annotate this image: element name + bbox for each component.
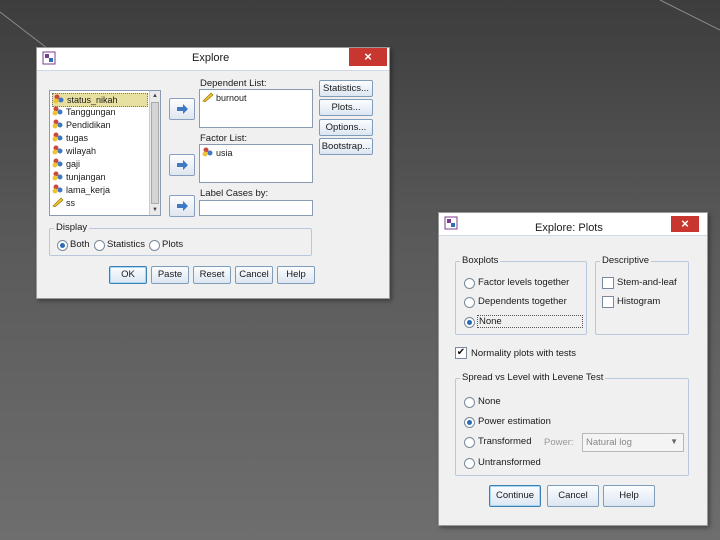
right-arrow-icon: [177, 160, 188, 170]
display-both-radio[interactable]: [57, 240, 68, 251]
move-to-label-cases-button[interactable]: [169, 195, 195, 217]
untransformed-radio[interactable]: [464, 458, 475, 469]
bootstrap-button[interactable]: Bootstrap...: [319, 138, 373, 155]
right-arrow-icon: [177, 201, 188, 211]
display-group-title: Display: [54, 222, 90, 233]
help-button[interactable]: Help: [277, 266, 315, 284]
spread-group-title: Spread vs Level with Levene Test: [460, 372, 606, 383]
reset-button[interactable]: Reset: [193, 266, 231, 284]
display-plots-label: Plots: [162, 239, 184, 250]
power-estimation-label: Power estimation: [478, 416, 551, 427]
variable-source-list[interactable]: status_nikah Tanggungan Pendidikan tugas…: [49, 90, 161, 216]
display-group: Display Both Statistics Plots: [49, 222, 312, 256]
right-arrow-icon: [177, 104, 188, 114]
display-both-label: Both: [70, 239, 90, 250]
power-select-value: Natural log: [586, 437, 632, 448]
plots-help-button[interactable]: Help: [603, 485, 655, 507]
boxplots-none-radio[interactable]: [464, 317, 475, 328]
scroll-thumb[interactable]: [151, 102, 159, 204]
explore-dialog: Explore × status_nikah Tanggungan Pendid…: [36, 47, 390, 299]
scroll-up-arrow-icon[interactable]: ▲: [150, 91, 160, 101]
variable-item[interactable]: wilayah: [52, 145, 96, 157]
nominal-variable-icon: [52, 119, 63, 129]
boxplots-none-label: None: [477, 315, 583, 328]
histogram-label: Histogram: [617, 296, 661, 307]
descriptive-group-title: Descriptive: [600, 255, 651, 266]
boxplots-group-title: Boxplots: [460, 255, 501, 266]
factor-list-label: Factor List:: [200, 133, 247, 144]
chevron-down-icon: ▼: [670, 437, 678, 446]
factor-levels-radio[interactable]: [464, 278, 475, 289]
nominal-variable-icon: [53, 94, 64, 104]
normality-plots-label: Normality plots with tests: [471, 348, 577, 359]
spread-vs-level-group: Spread vs Level with Levene Test None Po…: [455, 372, 689, 476]
nominal-variable-icon: [52, 132, 63, 142]
move-to-dependent-button[interactable]: [169, 98, 195, 120]
spss-app-icon: [42, 51, 56, 65]
spread-none-label: None: [478, 396, 501, 407]
label-cases-label: Label Cases by:: [200, 188, 269, 199]
explore-title: Explore: [192, 52, 230, 64]
cancel-button[interactable]: Cancel: [235, 266, 273, 284]
factor-levels-label: Factor levels together: [478, 277, 570, 288]
variable-list-scrollbar[interactable]: ▲ ▼: [149, 91, 160, 215]
power-estimation-radio[interactable]: [464, 417, 475, 428]
move-to-factor-button[interactable]: [169, 154, 195, 176]
options-button[interactable]: Options...: [319, 119, 373, 136]
variable-item[interactable]: tugas: [52, 132, 88, 144]
display-plots-radio[interactable]: [149, 240, 160, 251]
ok-button[interactable]: OK: [109, 266, 147, 284]
factor-list[interactable]: usia: [199, 144, 313, 183]
boxplots-group: Boxplots Factor levels together Dependen…: [455, 255, 587, 335]
variable-item[interactable]: tunjangan: [52, 171, 106, 183]
variable-item[interactable]: gaji: [52, 158, 80, 170]
scroll-down-arrow-icon[interactable]: ▼: [150, 205, 160, 215]
continue-button[interactable]: Continue: [489, 485, 541, 507]
stem-and-leaf-label: Stem-and-leaf: [617, 277, 677, 288]
nominal-variable-icon: [52, 158, 63, 168]
scale-variable-icon: [52, 197, 64, 207]
statistics-button[interactable]: Statistics...: [319, 80, 373, 97]
spread-none-radio[interactable]: [464, 397, 475, 408]
dependent-item[interactable]: burnout: [202, 92, 247, 104]
untransformed-label: Untransformed: [478, 457, 541, 468]
transformed-radio[interactable]: [464, 437, 475, 448]
power-select[interactable]: Natural log ▼: [582, 433, 684, 452]
stem-and-leaf-checkbox[interactable]: [602, 277, 614, 289]
power-label: Power:: [544, 437, 574, 448]
nominal-variable-icon: [52, 145, 63, 155]
normality-plots-checkbox[interactable]: ✔: [455, 347, 467, 359]
descriptive-group: Descriptive Stem-and-leaf Histogram: [595, 255, 689, 335]
variable-item[interactable]: status_nikah: [52, 93, 148, 107]
factor-item[interactable]: usia: [202, 147, 233, 159]
dependent-list-label: Dependent List:: [200, 78, 267, 89]
variable-item[interactable]: Tanggungan: [52, 106, 116, 118]
variable-item[interactable]: lama_kerja: [52, 184, 110, 196]
dependents-together-label: Dependents together: [478, 296, 567, 307]
nominal-variable-icon: [52, 106, 63, 116]
paste-button[interactable]: Paste: [151, 266, 189, 284]
dependent-list[interactable]: burnout: [199, 89, 313, 128]
plots-title: Explore: Plots: [535, 222, 603, 234]
explore-close-button[interactable]: ×: [349, 48, 387, 66]
label-cases-field[interactable]: [199, 200, 313, 216]
spss-app-icon: [444, 216, 458, 230]
plots-button[interactable]: Plots...: [319, 99, 373, 116]
transformed-label: Transformed: [478, 436, 532, 447]
display-statistics-radio[interactable]: [94, 240, 105, 251]
plots-cancel-button[interactable]: Cancel: [547, 485, 599, 507]
explore-plots-dialog: Explore: Plots × Boxplots Factor levels …: [438, 212, 708, 526]
variable-item[interactable]: ss: [52, 197, 75, 209]
dependents-together-radio[interactable]: [464, 297, 475, 308]
plots-close-button[interactable]: ×: [671, 216, 699, 232]
explore-titlebar: Explore ×: [37, 48, 389, 71]
display-statistics-label: Statistics: [107, 239, 146, 250]
scale-variable-icon: [202, 92, 214, 102]
histogram-checkbox[interactable]: [602, 296, 614, 308]
nominal-variable-icon: [202, 147, 213, 157]
plots-titlebar: Explore: Plots ×: [439, 213, 707, 236]
nominal-variable-icon: [52, 171, 63, 181]
nominal-variable-icon: [52, 184, 63, 194]
variable-item[interactable]: Pendidikan: [52, 119, 111, 131]
